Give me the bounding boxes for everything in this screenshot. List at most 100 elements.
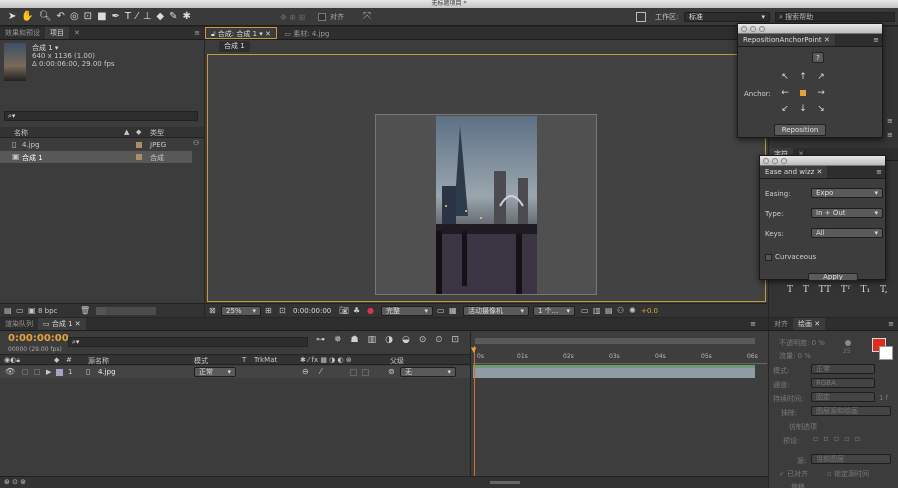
type-select[interactable]: In + Out ▾ xyxy=(811,208,883,218)
layer-name[interactable]: 4.jpg xyxy=(98,368,116,376)
lock-time-checkbox[interactable]: ▫ 锁定源时间 xyxy=(827,469,869,479)
opacity-value[interactable]: 0 % xyxy=(812,339,825,347)
mask-visibility-icon[interactable]: ⊡ xyxy=(279,306,286,315)
reposition-button[interactable]: Reposition xyxy=(774,124,826,136)
panel-menu-icon[interactable]: ≡ xyxy=(884,318,898,330)
solo-switch[interactable] xyxy=(22,369,28,375)
time-ruler[interactable]: 0s 01s 02s 03s 04s 05s 06s xyxy=(473,352,767,364)
tab-render-queue[interactable]: 渲染队列 xyxy=(0,318,38,330)
column-name[interactable]: 名称 xyxy=(14,128,28,138)
always-preview-icon[interactable]: ⊠ xyxy=(209,306,216,315)
channel-icon[interactable]: ● xyxy=(367,306,374,315)
region-of-interest-icon[interactable]: ▭ xyxy=(437,306,445,315)
anchor-bottom-left-arrow-icon[interactable]: ↙ xyxy=(780,104,790,114)
anchor-right-arrow-icon[interactable]: → xyxy=(816,88,826,98)
camera-select[interactable]: 活动摄像机 ▾ xyxy=(463,306,529,316)
erase-select[interactable]: 图层源和绘画 xyxy=(811,406,891,416)
timeline-timecode[interactable]: 0:00:00:00 xyxy=(8,333,69,344)
time-graph[interactable]: 0s 01s 02s 03s 04s 05s 06s ▼ xyxy=(470,332,768,488)
eye-icon[interactable]: 👁︎ xyxy=(5,367,15,376)
fast-previews-icon[interactable]: ▥ xyxy=(593,306,601,315)
comp-mini-flowchart-icon[interactable]: ⊶ xyxy=(316,335,334,345)
panel-menu-icon[interactable]: ≡ xyxy=(870,34,882,46)
motion-blur-icon[interactable]: ◑ xyxy=(385,335,402,345)
keys-select[interactable]: All ▾ xyxy=(811,228,883,238)
label-swatch[interactable] xyxy=(56,369,63,376)
snapping-icon[interactable]: ⤧ xyxy=(363,11,371,22)
quality-switch-icon[interactable]: ⁄ xyxy=(320,367,321,376)
window-zoom-dot[interactable] xyxy=(759,26,765,32)
scroll-left-arrow[interactable] xyxy=(96,307,106,315)
aligned-checkbox[interactable]: ✓ 已对齐 xyxy=(779,469,808,479)
window-min-dot[interactable] xyxy=(772,158,778,164)
show-snapshot-icon[interactable]: ♣ xyxy=(353,306,360,315)
eraser-tool-icon[interactable]: ◆ xyxy=(156,11,169,22)
list-item[interactable]: ▣ 合成 1 合成 xyxy=(0,151,192,163)
zoom-tool-icon[interactable]: 🔍︎ xyxy=(39,11,57,22)
column-t[interactable]: T xyxy=(242,356,246,364)
brainstorm-icon[interactable]: ◒ xyxy=(402,335,419,345)
layer-duration-bar[interactable] xyxy=(473,368,755,378)
text-tool-icon[interactable]: T xyxy=(125,11,136,22)
anchor-top-left-arrow-icon[interactable]: ↖ xyxy=(780,72,790,82)
apply-button[interactable]: Apply xyxy=(808,273,858,281)
viewer-timecode[interactable]: 0:00:00:00 xyxy=(293,307,331,315)
parent-select[interactable]: 无 ▾ xyxy=(400,367,456,377)
interpret-footage-icon[interactable]: ▤ xyxy=(4,306,12,315)
duration-select[interactable]: 固定 xyxy=(811,392,875,402)
anchor-left-arrow-icon[interactable]: ← xyxy=(780,88,790,98)
window-zoom-dot[interactable] xyxy=(781,158,787,164)
snapshot-icon[interactable]: 📷︎ xyxy=(339,306,349,315)
help-button[interactable]: ? xyxy=(812,52,824,63)
rotate-tool-icon[interactable]: ↶ xyxy=(57,11,70,22)
fx-switch[interactable] xyxy=(350,369,357,376)
duration-frames[interactable]: 1 f xyxy=(879,394,888,402)
curvaceous-checkbox[interactable] xyxy=(765,254,772,261)
panel-menu-icon[interactable]: ≡ xyxy=(738,318,768,330)
tab-project[interactable]: 项目 xyxy=(45,27,69,39)
column-type[interactable]: 类型 xyxy=(150,128,164,138)
playhead-handle[interactable]: ▼ xyxy=(471,346,476,354)
timeline-search-input[interactable]: ⌕▾ xyxy=(68,337,308,347)
small-caps-button[interactable]: Tᵀ xyxy=(841,285,851,295)
graph-toggle-icon[interactable]: ⊡ xyxy=(451,335,468,345)
tab-composition[interactable]: 🔓︎ 合成: 合成 1 ▾ ✕ xyxy=(205,27,277,39)
snap-checkbox[interactable] xyxy=(318,13,326,21)
viewer-canvas[interactable] xyxy=(207,54,766,302)
new-folder-icon[interactable]: ▭ xyxy=(16,306,24,315)
puppet-pin-icon[interactable]: ✱ xyxy=(183,11,196,22)
panel-menu-icon[interactable]: ≡ xyxy=(887,131,893,139)
safe-zones-icon[interactable]: ⊞ xyxy=(265,306,272,315)
channels-select[interactable]: RGBA xyxy=(811,378,875,388)
reset-exposure-icon[interactable]: ✺ xyxy=(629,306,636,315)
resolution-select[interactable]: 完整 ▾ xyxy=(381,306,433,316)
tab-timeline-comp[interactable]: ▭ 合成 1 ✕ xyxy=(38,318,86,330)
panel-menu-icon[interactable]: ≡ xyxy=(887,117,893,125)
tab-reposition-anchor[interactable]: RepositionAnchorPoint ✕ xyxy=(738,34,835,46)
timeline-icon[interactable]: ▤ xyxy=(605,306,613,315)
easing-select[interactable]: Expo ▾ xyxy=(811,188,883,198)
workspace-select[interactable]: 标准 ▾ xyxy=(684,12,770,22)
faux-italic-button[interactable]: T xyxy=(803,285,809,295)
breadcrumb[interactable]: 合成 1 xyxy=(219,41,250,52)
graph-editor-icon[interactable]: ⊙ xyxy=(419,335,436,345)
workspace-panel-icon[interactable] xyxy=(636,12,646,22)
pan-behind-icon[interactable]: ⊡ xyxy=(84,11,97,22)
column-parent[interactable]: 父级 xyxy=(390,356,404,366)
anchor-bottom-arrow-icon[interactable]: ↓ xyxy=(798,104,808,114)
flowchart-icon[interactable]: ⚇ xyxy=(193,139,199,147)
time-navigator[interactable] xyxy=(475,338,755,344)
zoom-select[interactable]: 25% ▾ xyxy=(221,306,261,316)
tab-footage[interactable]: ▭ 素材: 4.jpg xyxy=(279,28,334,40)
close-icon[interactable]: ✕ xyxy=(69,27,85,39)
shy-switch-icon[interactable]: ⊖ xyxy=(302,367,309,376)
subscript-button[interactable]: T, xyxy=(880,285,888,295)
roto-brush-icon[interactable]: ✎ xyxy=(169,11,182,22)
selection-tool-icon[interactable]: ➤ xyxy=(8,11,21,22)
source-select[interactable]: 当前图层 xyxy=(811,454,891,464)
tab-ease-wizz[interactable]: Ease and wizz ✕ xyxy=(760,166,828,178)
bpc-label[interactable]: 8 bpc xyxy=(38,307,57,315)
expand-triangle-icon[interactable]: ▶ xyxy=(46,368,51,376)
pickwhip-icon[interactable]: ⊚ xyxy=(388,367,395,376)
motion-blur-switch[interactable] xyxy=(362,369,369,376)
